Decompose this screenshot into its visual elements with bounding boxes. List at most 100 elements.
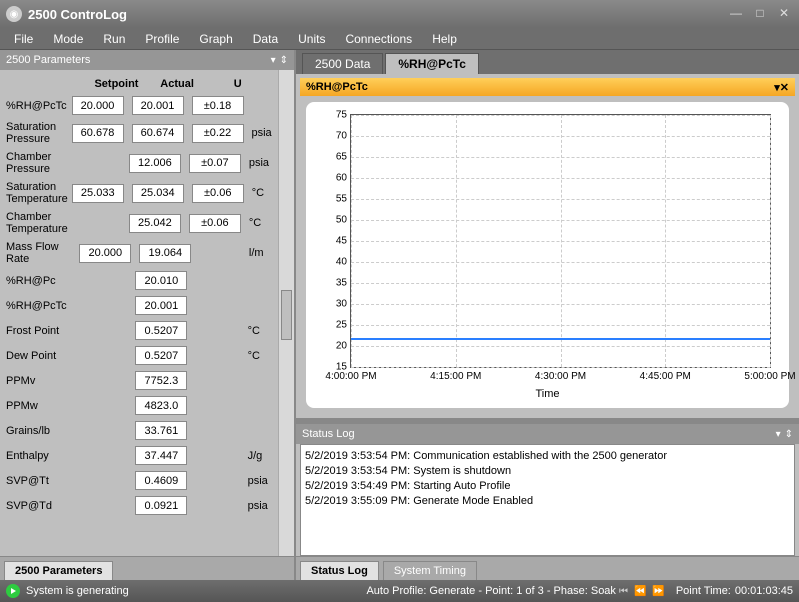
- log-tabs: Status LogSystem Timing: [296, 556, 799, 580]
- ytick: 25: [327, 320, 351, 331]
- ytick: 40: [327, 257, 351, 268]
- param-actual-input[interactable]: [139, 244, 191, 263]
- nav-next-icon[interactable]: ⏩: [652, 586, 664, 597]
- param-actual-input[interactable]: [135, 421, 187, 440]
- param-actual-input[interactable]: [135, 396, 187, 415]
- param-unit: °C: [252, 187, 272, 199]
- status-log-title: Status Log: [302, 428, 355, 440]
- tab-2500-data[interactable]: 2500 Data: [302, 53, 383, 74]
- param-setpoint-input[interactable]: [79, 244, 131, 263]
- param-actual-input[interactable]: [132, 184, 184, 203]
- param-label: %RH@Pc: [6, 275, 83, 287]
- title-bar: ◉ 2500 ControLog — □ ✕: [0, 0, 799, 28]
- pin-icon[interactable]: ⇕: [280, 55, 288, 66]
- close-button[interactable]: ✕: [775, 7, 793, 21]
- param-actual-input[interactable]: [135, 321, 187, 340]
- log-pin-icon[interactable]: ⇕: [785, 429, 793, 440]
- param-actual-input[interactable]: [135, 271, 187, 290]
- param-actual-input[interactable]: [135, 371, 187, 390]
- param-setpoint-input[interactable]: [72, 96, 124, 115]
- tab-status-log[interactable]: Status Log: [300, 561, 379, 580]
- menu-graph[interactable]: Graph: [189, 30, 242, 48]
- xtick: 4:45:00 PM: [640, 367, 691, 382]
- param-actual-input[interactable]: [135, 471, 187, 490]
- menu-mode[interactable]: Mode: [43, 30, 93, 48]
- ytick: 45: [327, 236, 351, 247]
- nav-prev-icon[interactable]: ⏪: [634, 586, 646, 597]
- param-row: SVP@Ttpsia: [6, 471, 272, 490]
- param-u-input[interactable]: [192, 96, 244, 115]
- chart-header: %RH@PcTc ▾ ✕: [300, 78, 795, 96]
- param-setpoint-input[interactable]: [72, 124, 124, 143]
- param-label: Enthalpy: [6, 450, 83, 462]
- play-icon[interactable]: [6, 584, 20, 598]
- param-actual-input[interactable]: [135, 446, 187, 465]
- param-actual-input[interactable]: [135, 296, 187, 315]
- menu-data[interactable]: Data: [243, 30, 288, 48]
- tab-system-timing[interactable]: System Timing: [383, 561, 477, 580]
- profile-status: Auto Profile: Generate - Point: 1 of 3 -…: [366, 585, 615, 597]
- param-label: SVP@Tt: [6, 475, 83, 487]
- params-scrollbar[interactable]: [278, 70, 294, 556]
- ytick: 70: [327, 131, 351, 142]
- param-row: %RH@Pc: [6, 271, 272, 290]
- param-label: PPMv: [6, 375, 83, 387]
- param-actual-input[interactable]: [135, 496, 187, 515]
- minimize-button[interactable]: —: [727, 7, 745, 21]
- menu-run[interactable]: Run: [93, 30, 135, 48]
- param-label: %RH@PcTc: [6, 300, 83, 312]
- chart-close-icon[interactable]: ✕: [780, 81, 789, 94]
- param-u-input[interactable]: [189, 214, 241, 233]
- status-bar: System is generating Auto Profile: Gener…: [0, 580, 799, 602]
- param-actual-input[interactable]: [132, 96, 184, 115]
- param-label: Saturation Pressure: [6, 121, 72, 145]
- chart-series-line: [351, 338, 770, 340]
- point-time-value: 00:01:03:45: [735, 585, 793, 597]
- param-setpoint-input[interactable]: [72, 184, 124, 203]
- param-row: Enthalpy J/g: [6, 446, 272, 465]
- chart-xlabel: Time: [306, 388, 789, 400]
- status-text: System is generating: [26, 585, 129, 597]
- param-row: PPMv: [6, 371, 272, 390]
- param-unit: psia: [248, 500, 272, 512]
- param-row: SVP@Tdpsia: [6, 496, 272, 515]
- param-u-input[interactable]: [189, 154, 241, 173]
- param-unit: J/g: [248, 450, 272, 462]
- param-label: Chamber Temperature: [6, 211, 79, 235]
- menu-connections[interactable]: Connections: [335, 30, 422, 48]
- chart-panel: %RH@PcTc ▾ ✕ 152025303540455055606570754…: [296, 74, 799, 418]
- scroll-thumb[interactable]: [281, 290, 292, 340]
- param-unit: °C: [248, 325, 272, 337]
- ytick: 55: [327, 194, 351, 205]
- parameters-pane: 2500 Parameters ▾ ⇕ Setpoint Actual U %R…: [0, 50, 296, 580]
- tab-2500-parameters[interactable]: 2500 Parameters: [4, 561, 113, 580]
- parameters-title: 2500 Parameters: [6, 54, 90, 66]
- param-actual-input[interactable]: [129, 214, 181, 233]
- xtick: 4:15:00 PM: [430, 367, 481, 382]
- param-u-input[interactable]: [192, 184, 244, 203]
- menu-units[interactable]: Units: [288, 30, 335, 48]
- menu-help[interactable]: Help: [422, 30, 467, 48]
- maximize-button[interactable]: □: [751, 7, 769, 21]
- status-log-body[interactable]: 5/2/2019 3:53:54 PM: Communication estab…: [300, 444, 795, 556]
- param-actual-input[interactable]: [132, 124, 184, 143]
- menu-file[interactable]: File: [4, 30, 43, 48]
- param-actual-input[interactable]: [135, 346, 187, 365]
- panel-menu-icon[interactable]: ▾: [271, 55, 276, 66]
- param-unit: °C: [249, 217, 272, 229]
- param-column-headers: Setpoint Actual U: [6, 74, 272, 96]
- param-actual-input[interactable]: [129, 154, 181, 173]
- param-label: Mass Flow Rate: [6, 241, 79, 265]
- chart-plot[interactable]: 152025303540455055606570754:00:00 PM4:15…: [350, 114, 771, 368]
- tab-rh-chart[interactable]: %RH@PcTc: [385, 53, 479, 74]
- param-u-input[interactable]: [192, 124, 244, 143]
- param-unit: psia: [252, 127, 273, 139]
- menu-profile[interactable]: Profile: [135, 30, 189, 48]
- param-row: PPMw: [6, 396, 272, 415]
- nav-first-icon[interactable]: ⏮: [619, 586, 628, 597]
- param-unit: l/m: [249, 247, 272, 259]
- point-time-label: Point Time:: [676, 585, 731, 597]
- log-menu-icon[interactable]: ▾: [776, 429, 781, 440]
- param-label: Dew Point: [6, 350, 83, 362]
- status-log-header: Status Log ▾ ⇕: [296, 424, 799, 444]
